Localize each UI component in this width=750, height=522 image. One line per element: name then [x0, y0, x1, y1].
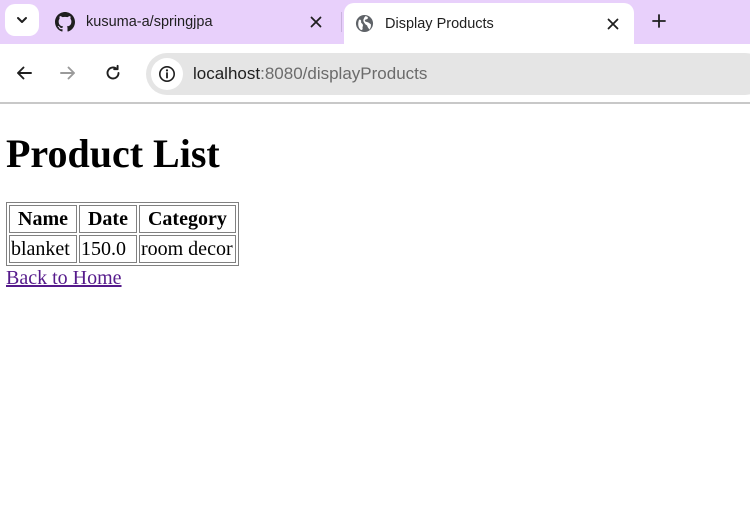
forward-button[interactable]	[55, 60, 81, 86]
browser-toolbar: localhost:8080/displayProducts	[0, 44, 750, 104]
cell-category: room decor	[138, 235, 236, 263]
url-path: :8080/displayProducts	[260, 64, 428, 83]
back-to-home-link[interactable]: Back to Home	[6, 266, 122, 290]
reload-icon	[106, 64, 120, 80]
arrow-right-icon	[60, 66, 75, 80]
reload-button[interactable]	[100, 60, 126, 86]
chevron-down-icon	[17, 17, 27, 23]
column-header-category: Category	[138, 205, 236, 233]
cell-date: 150.0	[78, 235, 137, 263]
products-table: Name Date Category blanket 150.0 room de…	[6, 202, 239, 266]
url-host: localhost	[193, 64, 261, 83]
close-icon[interactable]	[306, 12, 326, 32]
table-header-row: Name Date Category	[9, 205, 236, 233]
new-tab-button[interactable]	[646, 8, 672, 34]
tab-title: kusuma-a/springjpa	[86, 14, 213, 30]
tab-title: Display Products	[385, 15, 494, 32]
tab-search-button[interactable]	[5, 4, 39, 36]
info-icon	[159, 66, 175, 82]
tab-strip: kusuma-a/springjpa Display Products	[0, 0, 750, 44]
close-icon[interactable]	[603, 14, 623, 34]
plus-icon	[652, 14, 666, 28]
globe-icon	[354, 14, 374, 34]
page-content: Product List Name Date Category blanket …	[0, 104, 750, 290]
table-row: blanket 150.0 room decor	[9, 235, 236, 263]
column-header-name: Name	[9, 205, 77, 233]
url-text[interactable]: localhost:8080/displayProducts	[193, 53, 427, 95]
tab-display-products[interactable]: Display Products	[344, 3, 634, 44]
address-bar[interactable]: localhost:8080/displayProducts	[146, 53, 750, 95]
github-icon	[55, 12, 75, 32]
tab-separator	[341, 12, 342, 32]
arrow-left-icon	[17, 66, 32, 80]
cell-name: blanket	[9, 235, 77, 263]
tab-springjpa[interactable]: kusuma-a/springjpa	[44, 0, 340, 44]
back-button[interactable]	[11, 60, 37, 86]
column-header-date: Date	[78, 205, 137, 233]
site-info-button[interactable]	[151, 58, 183, 90]
page-title: Product List	[6, 131, 220, 176]
